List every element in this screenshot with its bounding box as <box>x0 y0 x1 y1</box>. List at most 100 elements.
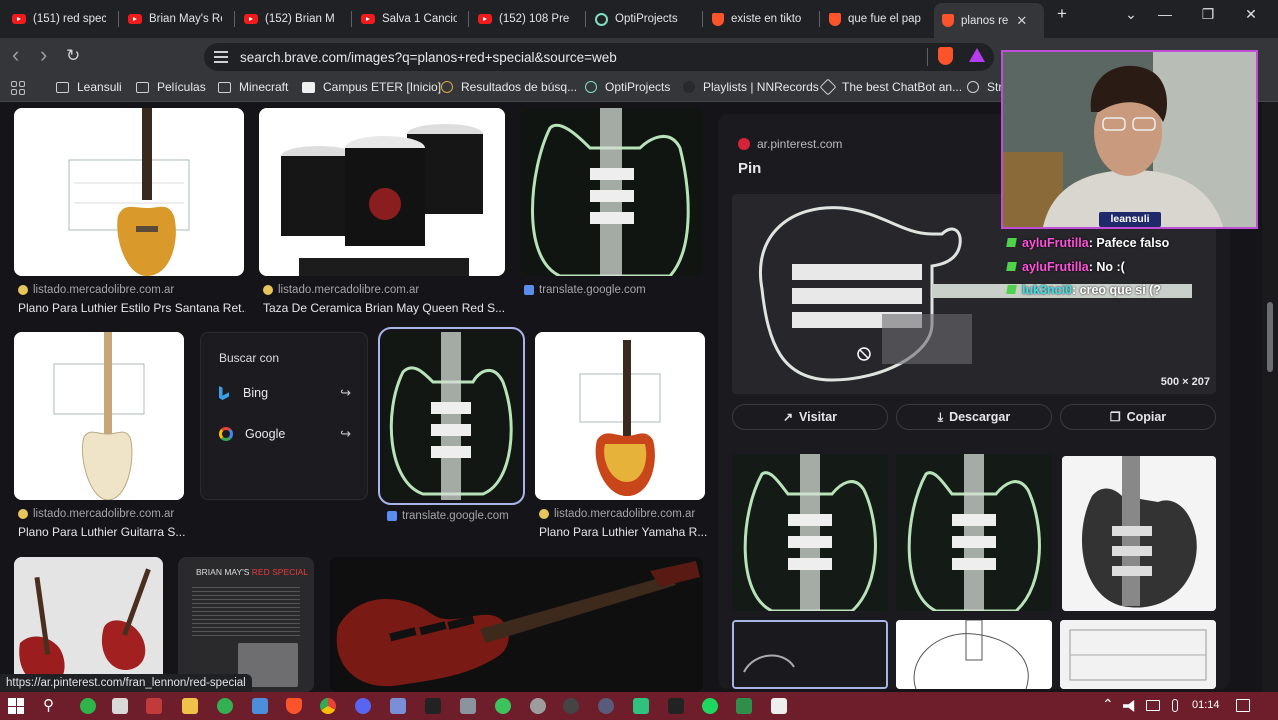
app-icon[interactable] <box>146 698 162 714</box>
chat-user: ayluFrutilla <box>1022 236 1089 250</box>
result-image-red-special-guitar[interactable] <box>330 557 703 692</box>
copy-button[interactable]: ❐ Copiar <box>1060 404 1216 430</box>
result-caption[interactable]: Plano Para Luthier Estilo Prs Santana Re… <box>18 301 246 315</box>
tab-7[interactable]: existe en tikto <box>704 5 816 33</box>
minimize-button[interactable]: — <box>1153 6 1177 22</box>
related-image[interactable] <box>896 454 1052 611</box>
scrollbar-thumb[interactable] <box>1267 302 1273 372</box>
volume-icon[interactable] <box>1123 700 1135 712</box>
app-icon[interactable] <box>252 698 268 714</box>
tab-close-icon[interactable]: ✕ <box>1016 13 1027 29</box>
app-icon[interactable] <box>495 698 511 714</box>
app-icon[interactable] <box>460 698 476 714</box>
microphone-icon[interactable] <box>1172 699 1178 712</box>
tab-4[interactable]: Salva 1 Cancio <box>353 5 465 33</box>
tray-chevron-icon[interactable]: ⌃ <box>1102 696 1114 713</box>
app-icon[interactable] <box>598 698 614 714</box>
app-icon[interactable] <box>217 698 233 714</box>
spotify-icon[interactable] <box>702 698 718 714</box>
app-icon[interactable] <box>425 698 441 714</box>
optiprojects-icon <box>585 81 597 93</box>
bookmark-label: Leansuli <box>77 80 122 94</box>
tab-5[interactable]: (152) 108 Pre <box>470 5 582 33</box>
search-with-bing[interactable]: Bing ↪ <box>219 385 351 401</box>
search-icon[interactable]: ⚲ <box>43 696 54 714</box>
result-image-headless-guitar[interactable] <box>14 332 184 500</box>
bookmark-campus-eter[interactable]: Campus ETER [Inicio] <box>302 80 441 94</box>
app-icon[interactable] <box>736 698 752 714</box>
result-source: listado.mercadolibre.com.ar <box>263 284 419 296</box>
app-icon[interactable] <box>530 698 546 714</box>
result-image-poster[interactable]: BRIAN MAY'S RED SPECIAL <box>178 557 314 692</box>
brave-rewards-icon[interactable] <box>969 48 985 62</box>
related-image[interactable] <box>732 454 888 611</box>
bookmark-label: Películas <box>157 80 206 94</box>
result-image-prs-plan[interactable] <box>14 108 244 276</box>
reload-button[interactable]: ↻ <box>66 46 80 66</box>
download-button[interactable]: ⤓ Descargar <box>896 404 1052 430</box>
bookmark-nnrecords[interactable]: Playlists | NNRecords <box>683 80 819 94</box>
windows-start-icon[interactable] <box>8 698 24 714</box>
visit-button[interactable]: ↗ Visitar <box>732 404 888 430</box>
tab-1[interactable]: (151) red spec <box>4 5 114 33</box>
brave-icon[interactable] <box>286 698 302 714</box>
app-icon[interactable] <box>771 698 787 714</box>
app-icon[interactable] <box>112 698 128 714</box>
related-image-selected[interactable] <box>732 620 888 689</box>
brave-shields-icon[interactable] <box>938 47 953 65</box>
result-image-mugs[interactable] <box>259 108 505 276</box>
result-caption[interactable]: Plano Para Luthier Yamaha R... <box>539 525 709 539</box>
notifications-icon[interactable] <box>1236 699 1250 712</box>
bookmark-resultados[interactable]: Resultados de búsq... <box>441 80 577 94</box>
close-window-button[interactable]: ✕ <box>1239 6 1263 23</box>
app-icon[interactable] <box>633 698 649 714</box>
result-image-red-guitars[interactable] <box>14 557 163 692</box>
bookmark-label: OptiProjects <box>605 80 671 94</box>
obs-icon[interactable] <box>563 698 579 714</box>
folder-icon <box>218 81 231 93</box>
folder-icon <box>136 81 149 93</box>
result-caption[interactable]: Plano Para Luthier Guitarra S... <box>18 525 188 539</box>
site-settings-icon[interactable] <box>214 51 228 63</box>
network-icon[interactable] <box>1146 700 1160 711</box>
bookmark-peliculas[interactable]: Películas <box>136 80 206 94</box>
tab-3[interactable]: (152) Brian M <box>236 5 348 33</box>
bookmark-minecraft[interactable]: Minecraft <box>218 80 288 94</box>
file-explorer-icon[interactable] <box>182 698 198 714</box>
restore-button[interactable]: ❐ <box>1196 6 1220 23</box>
app-icon[interactable] <box>668 698 684 714</box>
tab-8[interactable]: que fue el pap <box>821 5 931 33</box>
result-image-xray-guitar[interactable] <box>520 108 703 276</box>
chrome-icon[interactable] <box>320 698 336 714</box>
tab-2[interactable]: Brian May's Re <box>120 5 230 33</box>
related-image[interactable] <box>896 620 1052 689</box>
tab-6[interactable]: OptiProjects <box>587 5 699 33</box>
related-image[interactable] <box>1062 456 1216 611</box>
chat-text: : No :( <box>1088 260 1125 274</box>
panel-source[interactable]: ar.pinterest.com <box>738 137 842 151</box>
related-image[interactable] <box>1060 620 1216 689</box>
back-button[interactable]: ‹ <box>12 42 19 68</box>
xbox-icon[interactable] <box>80 698 96 714</box>
page-scrollbar[interactable] <box>1262 102 1278 692</box>
tab-strip: (151) red spec Brian May's Re (152) Bria… <box>0 0 1278 38</box>
bookmark-optiprojects[interactable]: OptiProjects <box>585 80 670 94</box>
clock[interactable]: 01:14 <box>1192 699 1220 711</box>
forward-button[interactable]: › <box>40 42 47 68</box>
button-label: Copiar <box>1126 410 1167 424</box>
bookmark-steam[interactable]: Str <box>967 80 1002 94</box>
tab-active[interactable]: planos re ✕ <box>934 3 1044 38</box>
result-image-xray-selected[interactable] <box>378 327 525 505</box>
apps-icon[interactable] <box>11 81 25 95</box>
bookmark-chatbot[interactable]: The best ChatBot an... <box>819 78 962 96</box>
new-tab-button[interactable]: + <box>1050 4 1074 24</box>
search-with-google[interactable]: Google ↪ <box>219 426 351 442</box>
result-image-yamaha-plan[interactable] <box>535 332 705 500</box>
discord-icon[interactable] <box>355 698 371 714</box>
address-bar[interactable]: search.brave.com/images?q=planos+red+spe… <box>204 43 994 71</box>
panel-source-text: ar.pinterest.com <box>757 137 843 151</box>
bookmark-leansuli[interactable]: Leansuli <box>56 80 122 94</box>
result-caption[interactable]: Taza De Ceramica Brian May Queen Red S..… <box>263 301 507 315</box>
tab-search-dropdown[interactable]: ⌄ <box>1119 6 1143 23</box>
app-icon[interactable] <box>390 698 406 714</box>
